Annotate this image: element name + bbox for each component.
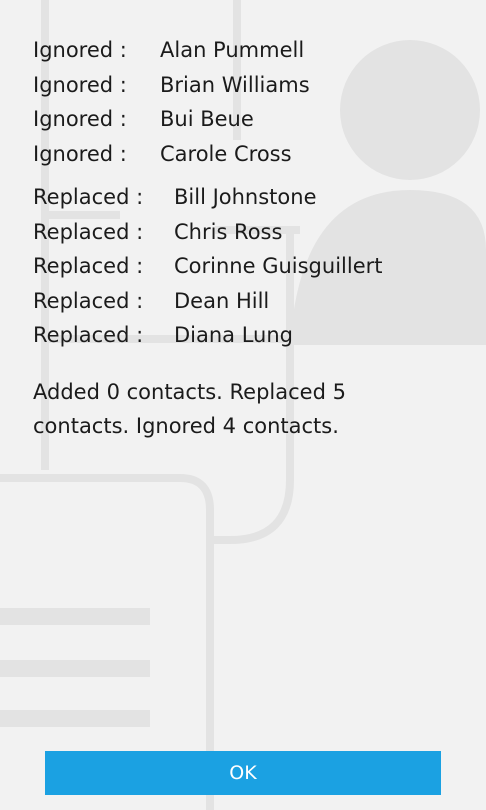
list-item: Replaced : Diana Lung bbox=[33, 323, 453, 358]
summary-text: Added 0 contacts. Replaced 5 contacts. I… bbox=[33, 379, 346, 438]
contact-name: Corinne Guisguillert bbox=[174, 254, 383, 278]
import-results: Ignored : Alan Pummell Ignored : Brian W… bbox=[33, 38, 453, 443]
list-item: Ignored : Alan Pummell bbox=[33, 38, 453, 73]
contact-name: Dean Hill bbox=[174, 288, 270, 313]
replaced-contacts-list: Replaced : Bill Johnstone Replaced : Chr… bbox=[33, 185, 453, 358]
status-label: Replaced : bbox=[33, 185, 144, 209]
list-item: Ignored : Brian Williams bbox=[33, 73, 453, 108]
contact-name: Brian Williams bbox=[160, 72, 310, 97]
contact-name: Diana Lung bbox=[174, 323, 294, 347]
contact-name: Chris Ross bbox=[174, 219, 283, 244]
status-label: Replaced : bbox=[33, 323, 144, 347]
status-label: Replaced : bbox=[33, 288, 144, 313]
status-label: Ignored : bbox=[33, 141, 127, 166]
ignored-contacts-list: Ignored : Alan Pummell Ignored : Brian W… bbox=[33, 38, 453, 176]
list-item: Replaced : Corinne Guisguillert bbox=[33, 254, 453, 289]
list-item: Replaced : Bill Johnstone bbox=[33, 185, 453, 220]
status-label: Replaced : bbox=[33, 219, 144, 244]
status-label: Ignored : bbox=[33, 72, 127, 97]
contact-name: Bill Johnstone bbox=[174, 185, 317, 209]
status-label: Replaced : bbox=[33, 254, 144, 278]
list-item: Replaced : Chris Ross bbox=[33, 220, 453, 255]
contact-name: Bui Beue bbox=[160, 107, 254, 131]
status-label: Ignored : bbox=[33, 38, 127, 62]
contact-name: Carole Cross bbox=[160, 141, 292, 166]
list-item: Ignored : Bui Beue bbox=[33, 107, 453, 142]
list-item: Replaced : Dean Hill bbox=[33, 289, 453, 324]
list-item: Ignored : Carole Cross bbox=[33, 142, 453, 177]
status-label: Ignored : bbox=[33, 107, 127, 131]
contact-name: Alan Pummell bbox=[160, 38, 305, 62]
ok-button[interactable]: OK bbox=[45, 751, 441, 795]
